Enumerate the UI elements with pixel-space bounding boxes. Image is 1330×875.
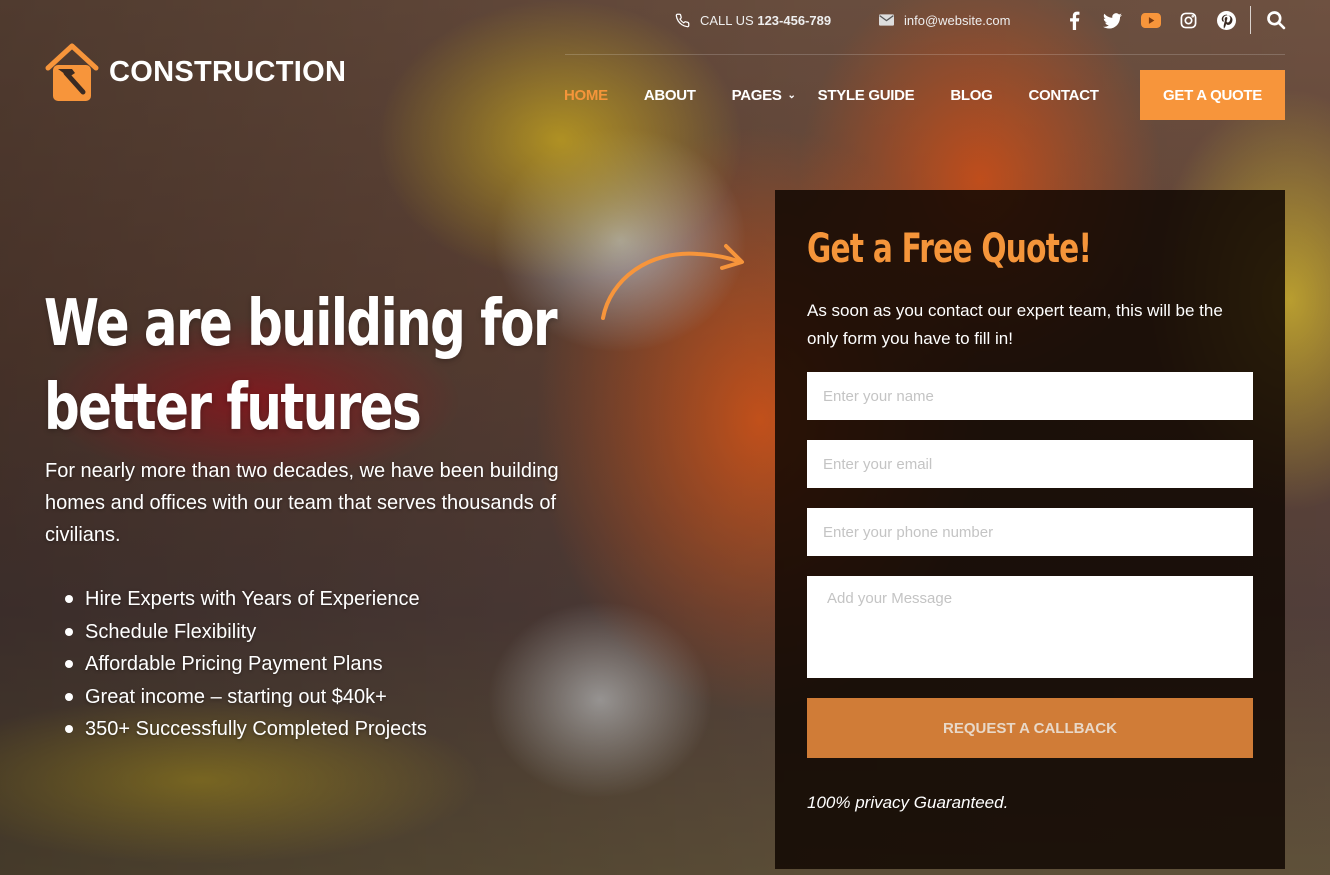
feature-text: Great income – starting out $40k+ [85, 685, 387, 708]
nav-home[interactable]: HOME [564, 87, 608, 104]
email-address: info@website.com [904, 12, 1011, 28]
bullet-icon [65, 595, 73, 604]
bullet-icon [65, 725, 73, 734]
social-links [1064, 10, 1237, 31]
feature-item: Hire Experts with Years of Experience [65, 583, 427, 616]
phone-input[interactable] [807, 508, 1253, 556]
nav-home-label: HOME [564, 86, 608, 104]
site-logo[interactable]: CONSTRUCTION [45, 43, 346, 101]
hero-headline-line-1: We are building for [44, 287, 558, 361]
nav-blog[interactable]: BLOG [950, 87, 992, 104]
pinterest-icon[interactable] [1216, 10, 1237, 31]
header-divider [565, 54, 1285, 55]
feature-text: 350+ Successfully Completed Projects [85, 718, 427, 740]
request-callback-button[interactable]: REQUEST A CALLBACK [807, 698, 1253, 758]
bullet-icon [65, 627, 73, 636]
nav-pages[interactable]: PAGES ⌄ [732, 87, 796, 104]
bullet-icon [65, 660, 73, 669]
curved-arrow-icon [601, 244, 744, 320]
nav-style-guide[interactable]: STYLE GUIDE [818, 87, 915, 104]
form-title: Get a Free Quote! [807, 226, 1092, 272]
email-input[interactable] [807, 440, 1253, 488]
logo-text: CONSTRUCTION [109, 55, 347, 88]
topbar-divider [1250, 6, 1251, 34]
get-a-quote-button[interactable]: GET A QUOTE [1140, 70, 1285, 120]
instagram-icon[interactable] [1178, 10, 1199, 31]
nav-contact[interactable]: CONTACT [1029, 87, 1099, 104]
feature-text: Schedule Flexibility [85, 620, 257, 643]
email-link[interactable]: info@website.com [878, 12, 1010, 28]
feature-item: Affordable Pricing Payment Plans [65, 648, 427, 681]
feature-list: Hire Experts with Years of Experience Sc… [65, 583, 427, 746]
feature-item: Great income – starting out $40k+ [65, 681, 427, 714]
youtube-icon[interactable] [1140, 10, 1161, 31]
call-us-link[interactable]: CALL US 123-456-789 [674, 12, 831, 28]
name-input[interactable] [807, 372, 1253, 420]
search-icon[interactable] [1266, 10, 1286, 30]
privacy-note: 100% privacy Guaranteed. [807, 793, 1009, 812]
top-bar: CALL US 123-456-789 info@website.com [0, 0, 1330, 42]
nav-contact-label: CONTACT [1028, 86, 1099, 104]
envelope-icon [878, 12, 894, 28]
chevron-down-icon: ⌄ [787, 89, 796, 101]
quote-form-panel: Get a Free Quote! As soon as you contact… [775, 190, 1285, 869]
feature-text: Affordable Pricing Payment Plans [85, 653, 383, 675]
nav-blog-label: BLOG [950, 86, 993, 104]
bullet-icon [65, 692, 73, 701]
call-us-text: CALL US 123-456-789 [700, 13, 831, 28]
feature-item: Schedule Flexibility [65, 616, 427, 649]
nav-style-guide-label: STYLE GUIDE [817, 86, 915, 104]
phone-icon [674, 12, 690, 28]
nav-about-label: ABOUT [643, 86, 696, 104]
facebook-icon[interactable] [1064, 10, 1085, 31]
hero-headline: We are building for better futures [44, 282, 558, 450]
call-us-label: CALL US [700, 12, 754, 28]
hero-lead: For nearly more than two decades, we hav… [45, 460, 559, 546]
nav-about[interactable]: ABOUT [644, 87, 696, 104]
nav-pages-label: PAGES [731, 86, 782, 104]
phone-number: 123-456-789 [757, 12, 832, 28]
twitter-icon[interactable] [1102, 10, 1123, 31]
form-description: As soon as you contact our expert team, … [807, 301, 1223, 348]
feature-item: 350+ Successfully Completed Projects [65, 713, 427, 746]
house-hammer-logo-icon [45, 43, 99, 101]
feature-text: Hire Experts with Years of Experience [85, 588, 420, 610]
hero-headline-line-2: better futures [44, 371, 422, 445]
message-textarea[interactable] [807, 576, 1253, 678]
main-nav: HOME ABOUT PAGES ⌄ STYLE GUIDE BLOG CONTA… [564, 70, 1135, 120]
